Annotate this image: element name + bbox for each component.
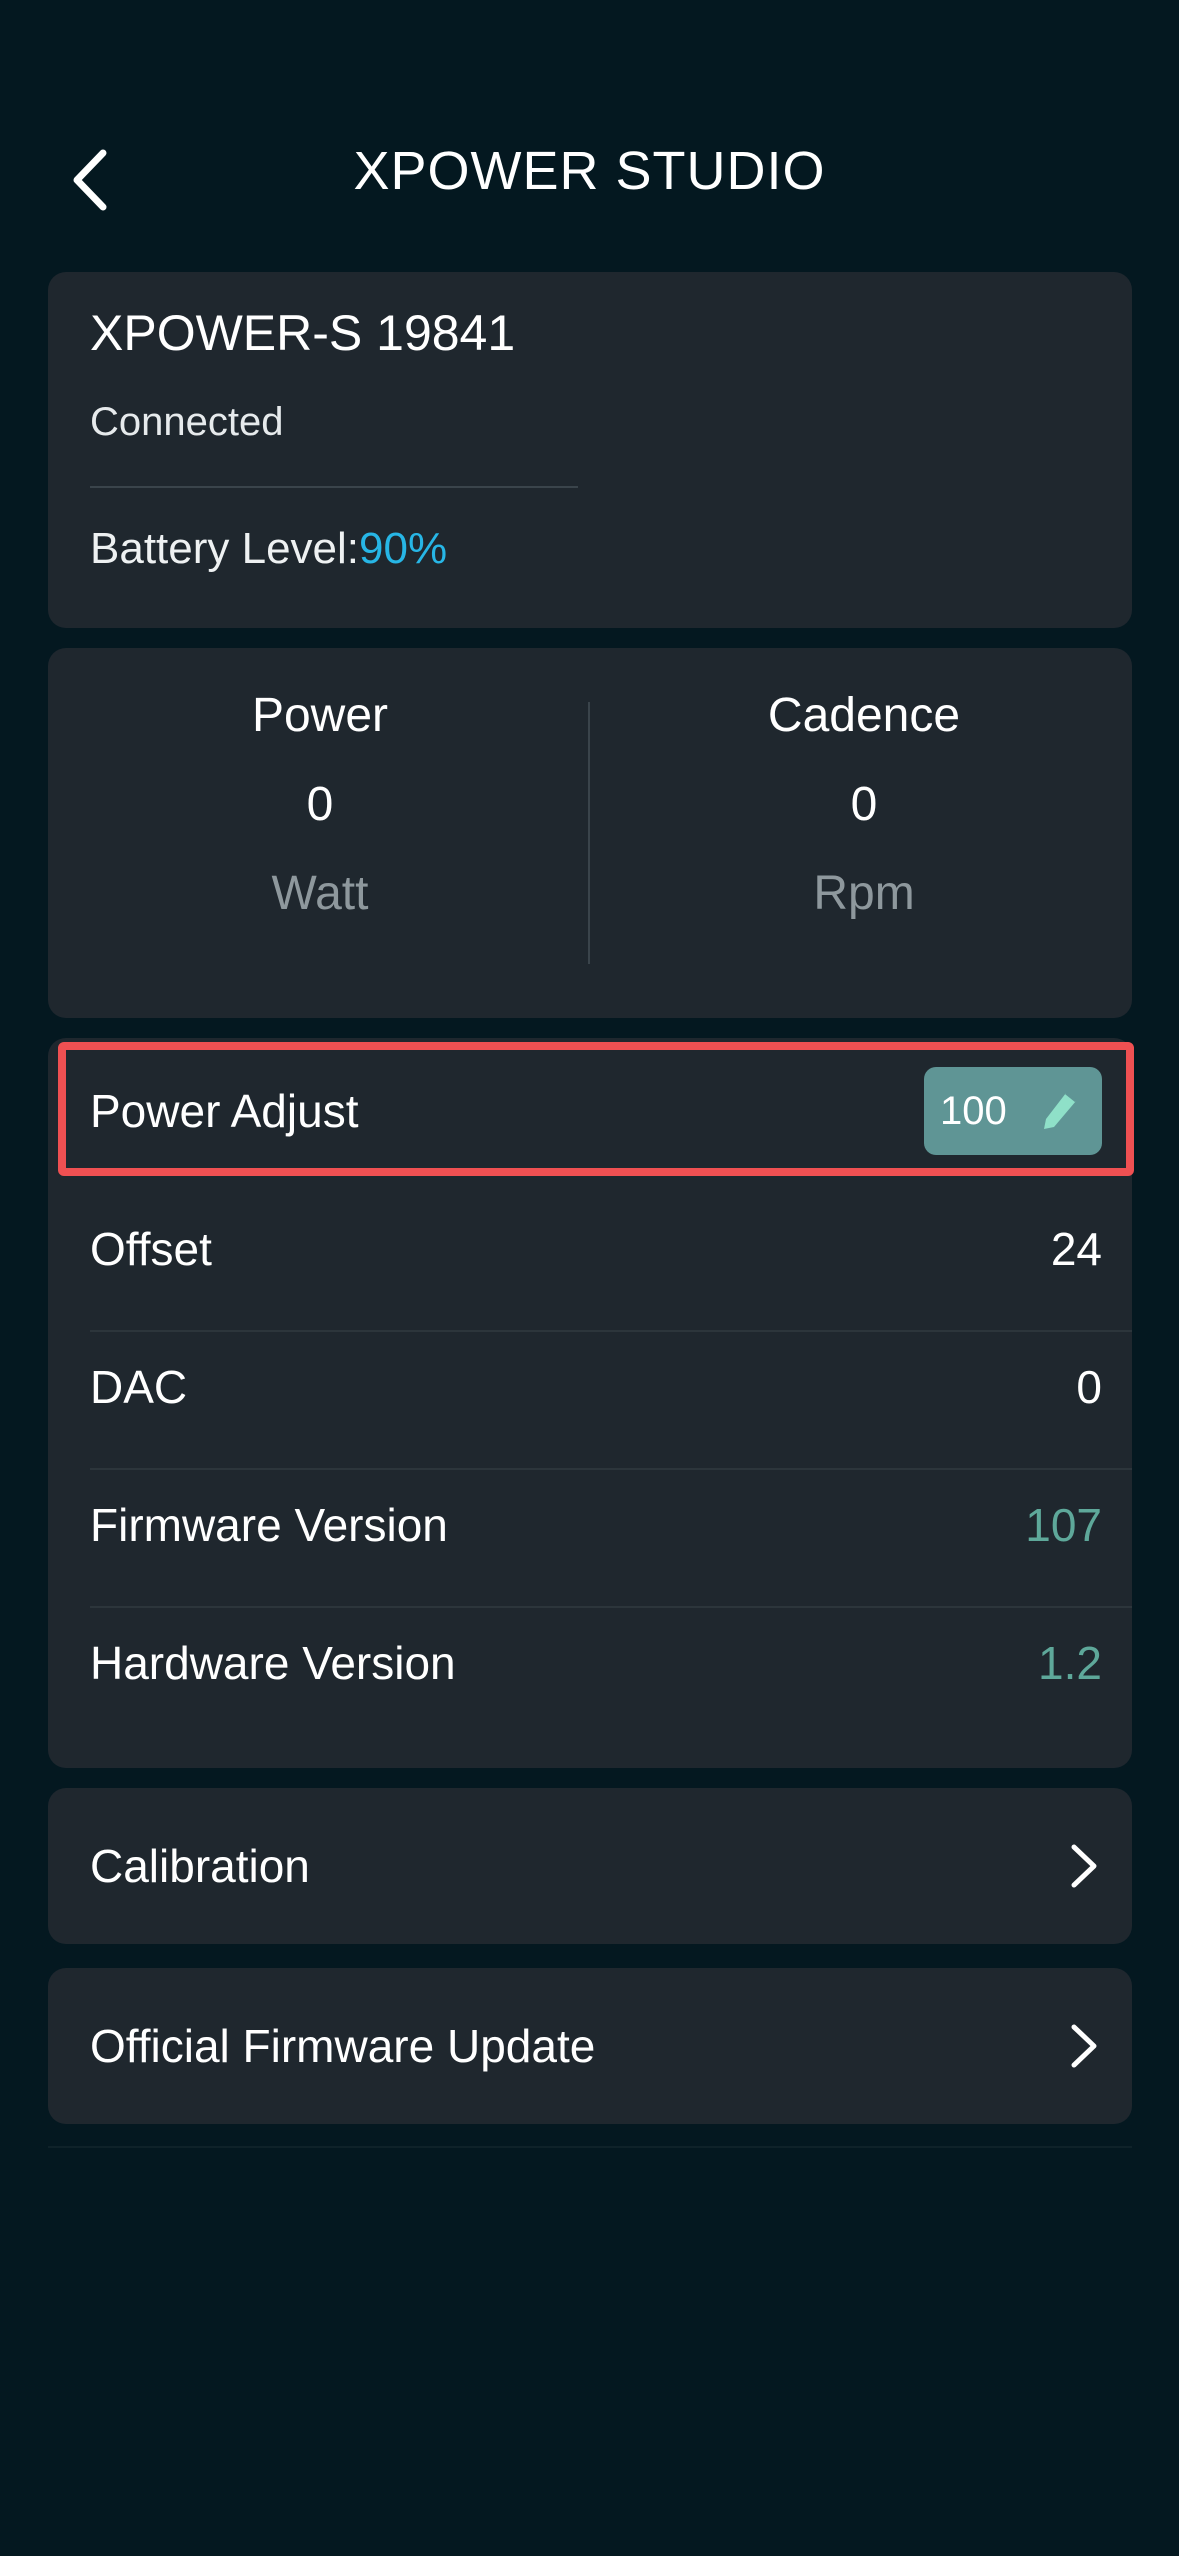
chevron-right-icon xyxy=(1071,2024,1097,2068)
dac-value: 0 xyxy=(1076,1361,1102,1413)
battery-row: Battery Level:90% xyxy=(90,524,447,574)
calibration-label: Calibration xyxy=(90,1840,310,1892)
settings-card: Power Adjust 100 Offset 24 DAC 0 Firmwar… xyxy=(48,1038,1134,1768)
firmware-version-value: 107 xyxy=(1025,1499,1102,1551)
power-adjust-row: Power Adjust 100 xyxy=(48,1042,1132,1180)
hardware-version-label: Hardware Version xyxy=(90,1637,456,1689)
divider xyxy=(90,486,578,488)
power-label: Power xyxy=(251,689,389,742)
firmware-version-label: Firmware Version xyxy=(90,1499,448,1551)
cadence-unit: Rpm xyxy=(813,867,915,920)
power-metric: Power 0 Watt xyxy=(48,688,592,921)
power-adjust-value: 100 xyxy=(940,1088,1007,1133)
firmware-update-button[interactable]: Official Firmware Update xyxy=(48,1968,1132,2124)
divider xyxy=(48,2146,1132,2148)
power-value: 0 xyxy=(306,778,334,831)
metric-divider xyxy=(588,702,590,964)
cadence-label: Cadence xyxy=(767,689,961,742)
power-adjust-edit-button[interactable]: 100 xyxy=(924,1067,1102,1155)
firmware-update-label: Official Firmware Update xyxy=(90,2020,596,2072)
calibration-button[interactable]: Calibration xyxy=(48,1788,1132,1944)
cadence-metric: Cadence 0 Rpm xyxy=(592,688,1136,921)
power-adjust-label: Power Adjust xyxy=(90,1085,359,1137)
cadence-value: 0 xyxy=(850,778,878,831)
page-title: XPOWER STUDIO xyxy=(353,141,826,201)
offset-label: Offset xyxy=(90,1223,212,1275)
firmware-version-row: Firmware Version 107 xyxy=(48,1456,1132,1594)
hardware-version-row: Hardware Version 1.2 xyxy=(48,1594,1132,1732)
metrics-card: Power 0 Watt Cadence 0 Rpm xyxy=(48,648,1132,1018)
hardware-version-value: 1.2 xyxy=(1038,1637,1102,1689)
battery-label: Battery Level: xyxy=(90,524,360,573)
dac-label: DAC xyxy=(90,1361,188,1413)
offset-value: 24 xyxy=(1050,1223,1102,1275)
dac-row: DAC 0 xyxy=(48,1318,1132,1456)
offset-row: Offset 24 xyxy=(48,1180,1132,1318)
battery-value: 90% xyxy=(359,524,448,573)
device-card: XPOWER-S 19841 Connected Battery Level:9… xyxy=(48,272,1132,628)
connection-status: Connected xyxy=(90,400,284,444)
device-name: XPOWER-S 19841 xyxy=(90,305,516,361)
power-unit: Watt xyxy=(271,867,369,920)
header: XPOWER STUDIO xyxy=(0,0,1179,300)
chevron-right-icon xyxy=(1071,1844,1097,1888)
pencil-icon xyxy=(1044,1091,1077,1129)
